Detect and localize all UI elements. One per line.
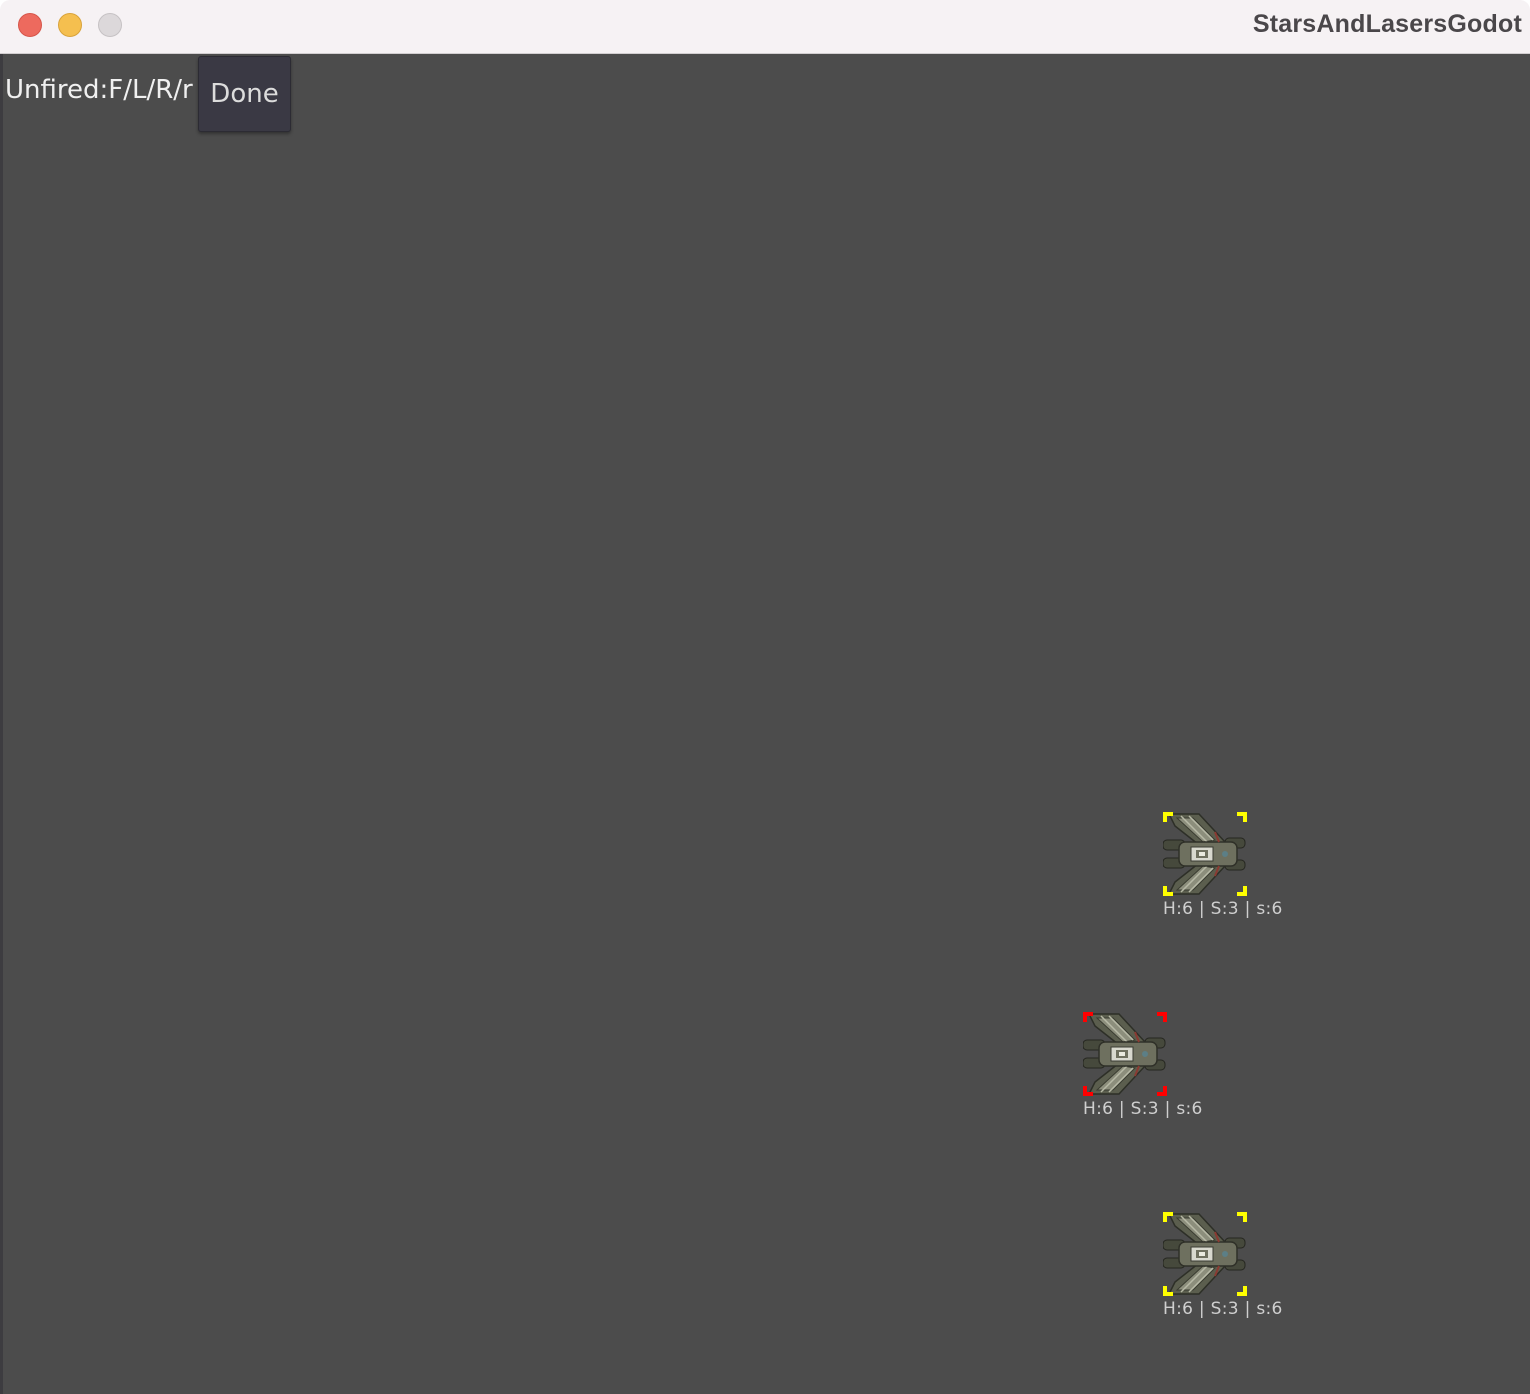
ship-sprite bbox=[1163, 812, 1247, 896]
close-window-button[interactable] bbox=[18, 13, 42, 37]
selection-bracket bbox=[1163, 812, 1167, 822]
ship-2[interactable]: H:6 | S:3 | s:6 bbox=[1083, 1012, 1202, 1119]
ship-3[interactable]: H:6 | S:3 | s:6 bbox=[1163, 1212, 1282, 1319]
selection-bracket bbox=[1243, 1286, 1247, 1296]
selection-bracket bbox=[1163, 886, 1167, 896]
selection-bracket bbox=[1083, 1012, 1087, 1022]
spaceship-icon bbox=[1083, 1013, 1166, 1095]
spaceship-icon bbox=[1163, 1213, 1246, 1295]
title-bar: StarsAndLasersGodot bbox=[0, 0, 1530, 54]
ship-sprite bbox=[1163, 1212, 1247, 1296]
unfired-weapons-label: Unfired:F/L/R/r bbox=[5, 75, 193, 105]
selection-bracket bbox=[1163, 1012, 1167, 1022]
ship-3-stats: H:6 | S:3 | s:6 bbox=[1163, 1299, 1283, 1319]
minimize-window-button[interactable] bbox=[58, 13, 82, 37]
ship-1[interactable]: H:6 | S:3 | s:6 bbox=[1163, 812, 1282, 919]
ship-sprite bbox=[1083, 1012, 1167, 1096]
selection-bracket bbox=[1163, 1212, 1167, 1222]
selection-bracket bbox=[1083, 1086, 1087, 1096]
ship-1-stats: H:6 | S:3 | s:6 bbox=[1163, 899, 1283, 919]
selection-bracket bbox=[1163, 1286, 1167, 1296]
game-viewport[interactable]: Unfired:F/L/R/r Done H:6 | S:3 | s:6 H:6… bbox=[0, 54, 1530, 1394]
window-title: StarsAndLasersGodot bbox=[1252, 10, 1522, 38]
selection-bracket bbox=[1243, 812, 1247, 822]
selection-bracket bbox=[1243, 886, 1247, 896]
game-window: StarsAndLasersGodot Unfired:F/L/R/r Done… bbox=[0, 0, 1530, 1394]
ship-2-stats: H:6 | S:3 | s:6 bbox=[1083, 1099, 1203, 1119]
selection-bracket bbox=[1163, 1086, 1167, 1096]
zoom-window-button[interactable] bbox=[98, 13, 122, 37]
selection-bracket bbox=[1243, 1212, 1247, 1222]
spaceship-icon bbox=[1163, 813, 1246, 895]
done-button[interactable]: Done bbox=[198, 56, 291, 132]
